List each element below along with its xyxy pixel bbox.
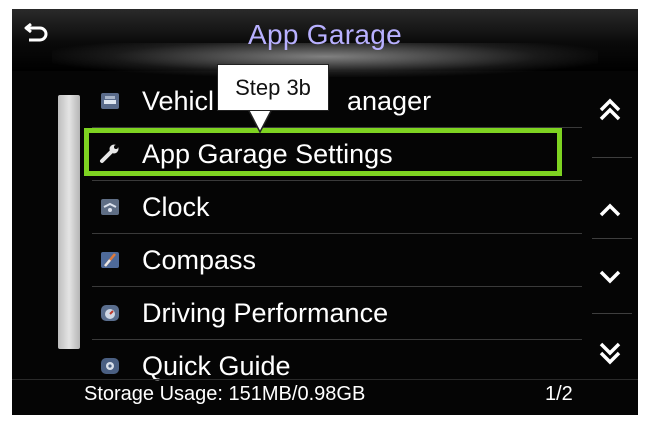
menu-item-driving-performance[interactable]: Driving Performance: [92, 287, 582, 340]
page-down-button[interactable]: [582, 323, 638, 383]
vehicle-icon: [98, 91, 122, 111]
step-callout: Step 3b: [217, 64, 329, 111]
compass-icon: [98, 250, 122, 270]
scroll-down-icon: [599, 270, 621, 284]
menu-item-label: Vehicl: [142, 85, 215, 116]
scroll-up-icon: [599, 203, 621, 217]
menu-item-label: Quick Guide: [142, 350, 291, 381]
scrollbar[interactable]: [58, 95, 80, 349]
menu-item-label-tail: anager: [347, 85, 432, 116]
divider: [592, 238, 632, 239]
clock-icon: [98, 197, 122, 217]
menu-list: Vehicl anager App Garage Settings Clock …: [92, 75, 582, 392]
scroll-down-button[interactable]: [582, 242, 638, 312]
divider: [592, 313, 632, 314]
page-up-button[interactable]: [582, 75, 638, 145]
scroll-controls: [582, 75, 638, 375]
page-down-icon: [599, 342, 621, 365]
menu-item-label: Driving Performance: [142, 297, 389, 328]
divider: [592, 157, 632, 158]
scroll-up-button[interactable]: [582, 175, 638, 245]
page-up-icon: [599, 98, 621, 121]
menu-item-label: Compass: [142, 244, 257, 275]
menu-item-label: Clock: [142, 191, 210, 222]
guide-icon: [98, 356, 122, 376]
gauge-icon: [98, 303, 122, 323]
storage-usage: Storage Usage: 151MB/0.98GB: [84, 383, 366, 405]
page-title: App Garage: [248, 19, 402, 50]
page-indicator: 1/2: [545, 383, 573, 405]
menu-item-compass[interactable]: Compass: [92, 234, 582, 287]
menu-item-clock[interactable]: Clock: [92, 181, 582, 234]
header-bar: App Garage: [12, 9, 638, 77]
menu-item-vehicle-settings-manager[interactable]: Vehicl anager: [92, 75, 582, 128]
highlight-box: [84, 128, 562, 176]
status-footer: Storage Usage: 151MB/0.98GB 1/2: [12, 379, 638, 415]
